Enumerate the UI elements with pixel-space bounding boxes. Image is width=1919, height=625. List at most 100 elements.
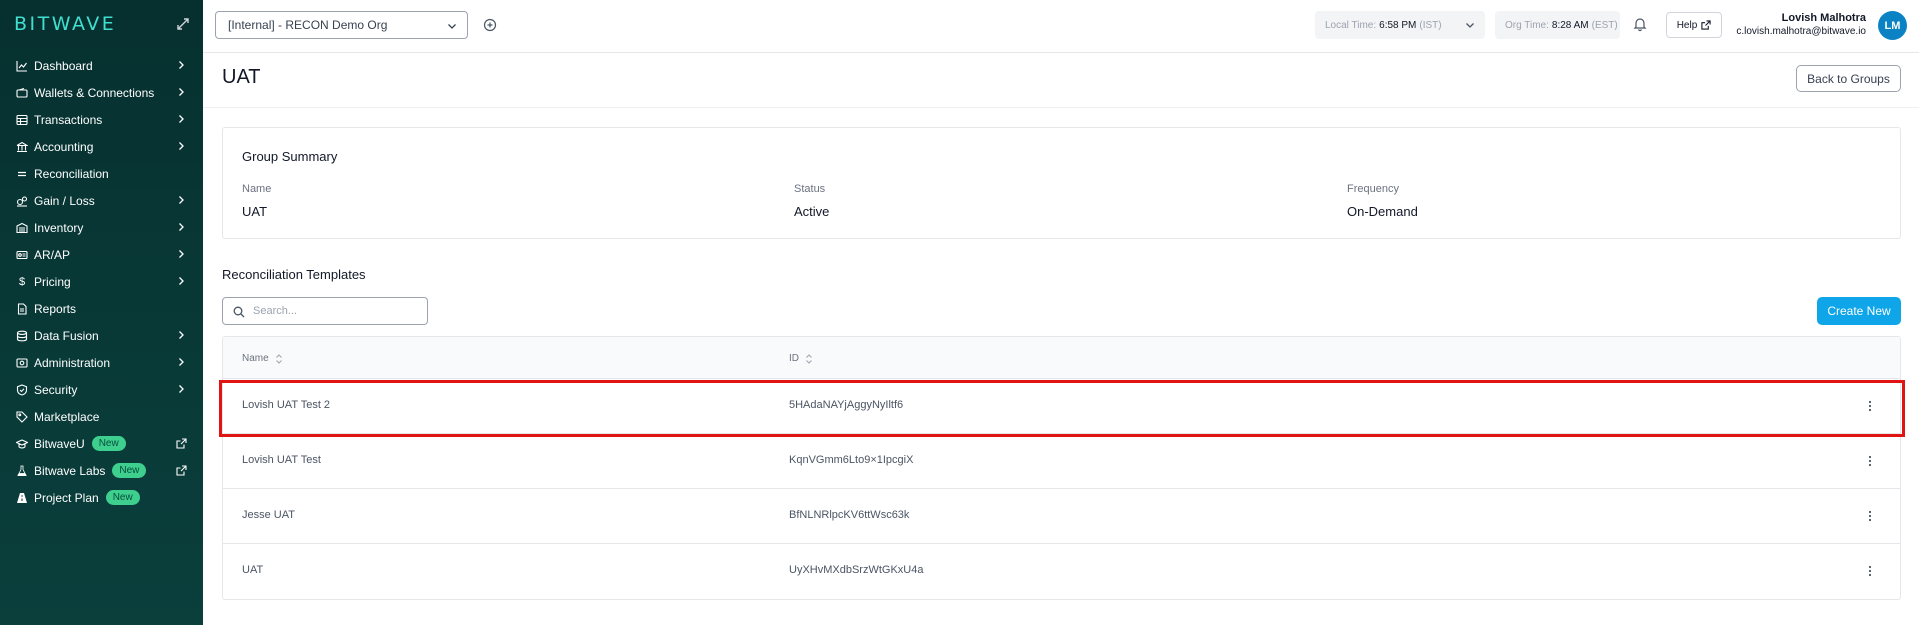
- bell-icon[interactable]: [1632, 16, 1648, 32]
- sidebar-item-bitwave-labs[interactable]: Bitwave Labs New: [0, 457, 203, 484]
- chevron-right-icon: [179, 250, 184, 258]
- bank-icon: [16, 141, 28, 153]
- chevron-right-icon: [179, 331, 184, 339]
- sidebar-item-reconciliation[interactable]: Reconciliation: [0, 160, 203, 187]
- sidebar-item-ar-ap[interactable]: AR/AP: [0, 241, 203, 268]
- chevron-right-icon: [179, 358, 184, 366]
- sidebar-item-pricing[interactable]: $ Pricing: [0, 268, 203, 295]
- brand-logo[interactable]: BITWAVE: [14, 13, 116, 35]
- divider: [203, 107, 1919, 108]
- column-header-name[interactable]: Name: [242, 353, 283, 364]
- table-icon: [16, 114, 28, 126]
- chevron-right-icon: [179, 88, 184, 96]
- page-title: UAT: [222, 66, 261, 88]
- sidebar-item-wallets[interactable]: Wallets & Connections: [0, 79, 203, 106]
- chevron-right-icon: [179, 385, 184, 393]
- local-time-label: Local Time:: [1325, 19, 1377, 31]
- row-name: Lovish UAT Test: [242, 454, 321, 466]
- summary-field-label: Status: [794, 183, 826, 195]
- scale-icon: [16, 195, 28, 207]
- table-row[interactable]: Lovish UAT Test 2 5HAdaNAYjAggyNyIltf6: [223, 379, 1900, 434]
- external-link-icon: [1701, 20, 1711, 30]
- local-time-zone: (IST): [1419, 19, 1442, 31]
- sidebar-item-transactions[interactable]: Transactions: [0, 106, 203, 133]
- avatar[interactable]: LM: [1878, 11, 1907, 40]
- shield-icon: [16, 383, 28, 396]
- sidebar-item-label: Inventory: [34, 220, 84, 235]
- sidebar-item-label: Reports: [34, 301, 77, 316]
- chevron-right-icon: [179, 277, 184, 285]
- create-new-button[interactable]: Create New: [1817, 297, 1901, 325]
- sidebar: BITWAVE Dashboard Wallets & Connections …: [0, 0, 203, 625]
- org-selector[interactable]: [Internal] - RECON Demo Org: [215, 11, 468, 39]
- chevron-right-icon: [179, 196, 184, 204]
- chevron-right-icon: [179, 115, 184, 123]
- templates-table: Name ID Lovish UAT Test 2 5HAdaNAYjAggyN…: [222, 336, 1901, 600]
- sidebar-item-security[interactable]: Security: [0, 376, 203, 403]
- sidebar-item-label: Data Fusion: [34, 328, 99, 343]
- sidebar-item-label: Reconciliation: [34, 166, 109, 181]
- column-header-label: Name: [242, 353, 269, 364]
- row-name: Jesse UAT: [242, 509, 295, 521]
- table-row[interactable]: UAT UyXHvMXdbSrzWtGKxU4a: [223, 544, 1900, 599]
- sidebar-item-administration[interactable]: Administration: [0, 349, 203, 376]
- equals-icon: [16, 168, 28, 180]
- dollar-icon: $: [18, 275, 26, 288]
- sidebar-item-gain-loss[interactable]: Gain / Loss: [0, 187, 203, 214]
- new-badge: New: [105, 490, 140, 505]
- more-options-icon[interactable]: [1863, 454, 1877, 468]
- table-row[interactable]: Lovish UAT Test KqnVGmm6Lto9×1IpcgiX: [223, 434, 1900, 489]
- row-name: Lovish UAT Test 2: [242, 399, 331, 411]
- summary-title: Group Summary: [242, 149, 338, 164]
- more-options-icon[interactable]: [1863, 509, 1877, 523]
- sort-icon: [275, 353, 282, 364]
- sidebar-item-label: Project Plan: [34, 490, 99, 505]
- row-id: BfNLNRlpcKV6ttWsc63k: [789, 509, 910, 521]
- sidebar-item-label: Wallets & Connections: [34, 85, 155, 100]
- sidebar-item-bitwaveu[interactable]: BitwaveU New: [0, 430, 203, 457]
- org-time-zone: (EST): [1591, 19, 1618, 31]
- graduation-cap-icon: [16, 438, 28, 450]
- sidebar-item-project-plan[interactable]: Project Plan New: [0, 484, 203, 511]
- sidebar-item-label: Security: [34, 382, 78, 397]
- column-header-id[interactable]: ID: [789, 353, 813, 364]
- sidebar-item-data-fusion[interactable]: Data Fusion: [0, 322, 203, 349]
- sidebar-item-label: Transactions: [34, 112, 103, 127]
- summary-field-value: On-Demand: [1347, 204, 1418, 219]
- sidebar-nav: Dashboard Wallets & Connections Transact…: [0, 52, 203, 511]
- summary-field-name: Name UAT: [242, 183, 271, 219]
- flask-icon: [16, 465, 28, 477]
- sidebar-item-dashboard[interactable]: Dashboard: [0, 52, 203, 79]
- row-id: KqnVGmm6Lto9×1IpcgiX: [789, 454, 914, 466]
- table-row[interactable]: Jesse UAT BfNLNRlpcKV6ttWsc63k: [223, 489, 1900, 544]
- local-time-selector[interactable]: Local Time: 6:58 PM (IST): [1315, 11, 1485, 39]
- sidebar-item-reports[interactable]: Reports: [0, 295, 203, 322]
- chevron-right-icon: [179, 142, 184, 150]
- tag-icon: [16, 410, 28, 423]
- sidebar-item-label: BitwaveU: [34, 436, 85, 451]
- sidebar-item-accounting[interactable]: Accounting: [0, 133, 203, 160]
- group-summary-card: Group Summary Name UAT Status Active Fre…: [222, 127, 1901, 239]
- chevron-down-icon: [1466, 23, 1474, 28]
- sidebar-item-label: Pricing: [34, 274, 71, 289]
- section-title: Reconciliation Templates: [222, 267, 366, 282]
- help-button[interactable]: Help: [1666, 12, 1722, 38]
- back-to-groups-button[interactable]: Back to Groups: [1796, 65, 1901, 92]
- sidebar-item-label: Bitwave Labs: [34, 463, 106, 478]
- sidebar-item-inventory[interactable]: Inventory: [0, 214, 203, 241]
- org-time-label: Org Time:: [1505, 19, 1549, 31]
- search-input[interactable]: [253, 305, 413, 317]
- more-options-icon[interactable]: [1863, 564, 1877, 578]
- external-link-icon: [176, 438, 187, 449]
- sidebar-item-label: Administration: [34, 355, 111, 370]
- chevron-down-icon: [448, 24, 456, 29]
- add-circle-icon[interactable]: [483, 18, 497, 32]
- org-time-value: 8:28 AM: [1551, 19, 1589, 31]
- chevron-right-icon: [179, 223, 184, 231]
- more-options-icon[interactable]: [1863, 399, 1877, 413]
- summary-field-status: Status Active: [794, 183, 829, 219]
- invoice-icon: [16, 249, 28, 261]
- sidebar-item-marketplace[interactable]: Marketplace: [0, 403, 203, 430]
- sort-icon: [806, 353, 812, 364]
- switch-org-icon[interactable]: [175, 16, 191, 32]
